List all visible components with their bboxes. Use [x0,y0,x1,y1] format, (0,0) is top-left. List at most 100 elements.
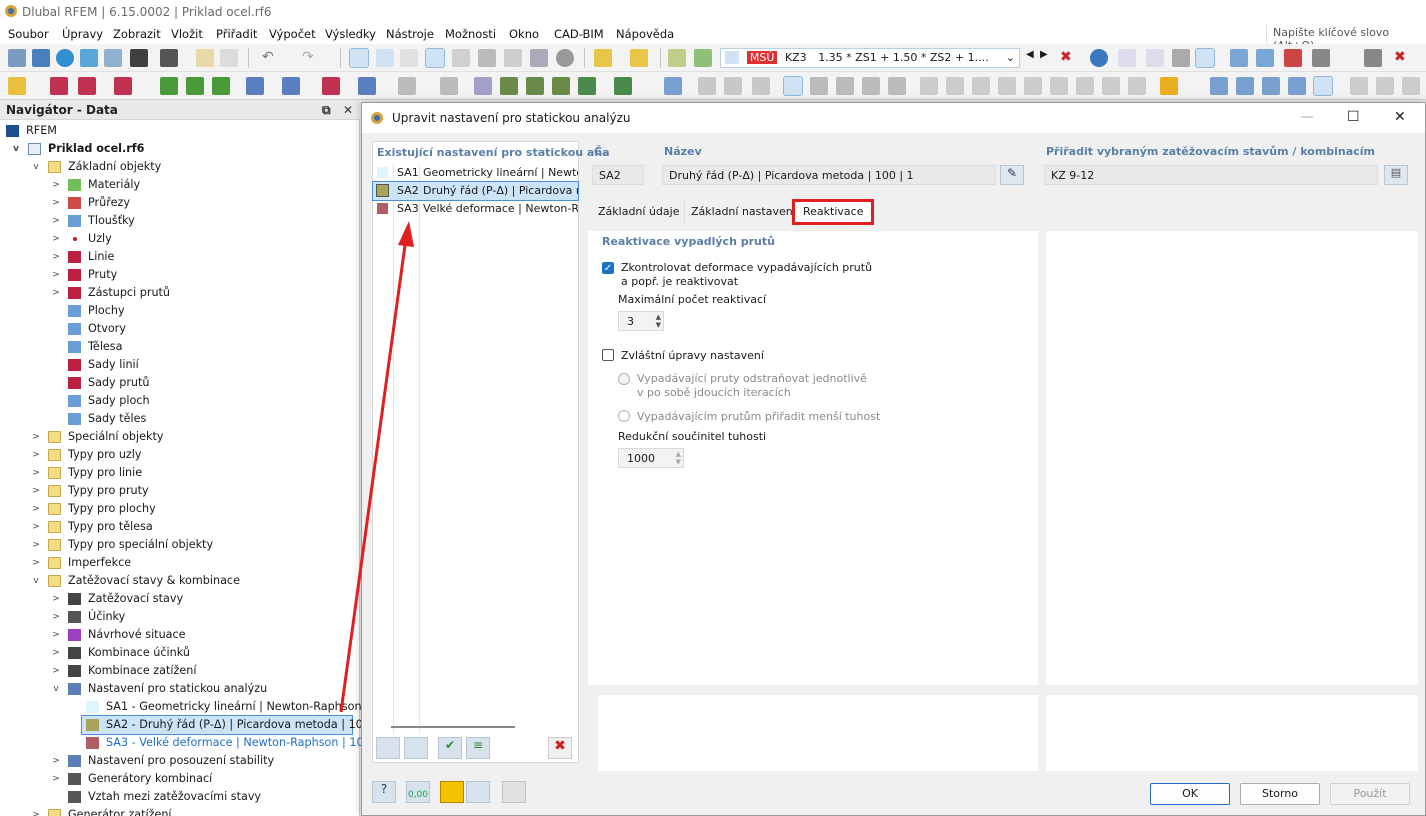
support-view3-icon[interactable] [1076,77,1094,95]
block-icon[interactable] [398,77,416,95]
new-file-icon[interactable] [8,49,26,67]
expand-icon[interactable]: > [50,626,62,644]
expand-icon[interactable]: > [50,194,62,212]
expand-icon[interactable]: > [50,266,62,284]
temperature-icon[interactable] [578,77,596,95]
console-icon[interactable] [452,49,470,67]
ok-button[interactable]: OK [1150,783,1230,805]
script-icon[interactable] [478,49,496,67]
help-icon[interactable]: ? [372,781,396,803]
save-icon[interactable] [130,49,148,67]
cancel-button[interactable]: Storno [1240,783,1320,805]
assign-field[interactable]: KZ 9-12 [1044,165,1378,185]
axis-icon[interactable] [920,77,938,95]
close-icon[interactable]: ✕ [1394,109,1406,125]
member-load-icon[interactable] [474,77,492,95]
tab-zakladni-udaje[interactable]: Základní údaje [592,201,685,223]
values-icon[interactable] [1118,49,1136,67]
line-style-icon[interactable] [888,77,906,95]
expand-icon[interactable]: > [50,644,62,662]
surface-tool-icon[interactable] [246,77,264,95]
solid-tool-icon[interactable] [358,77,376,95]
menu-upravy[interactable]: Úpravy [62,27,103,41]
expand-icon[interactable]: v [10,140,22,158]
line-support-icon[interactable] [186,77,204,95]
load-icon[interactable] [440,77,458,95]
menu-vlozit[interactable]: Vložit [171,27,203,41]
menu-napoveda[interactable]: Nápověda [616,27,674,41]
model-icon[interactable] [80,49,98,67]
report-icon[interactable] [196,49,214,67]
menu-soubor[interactable]: Soubor [8,27,49,41]
expand-icon[interactable]: > [50,608,62,626]
axis4-icon[interactable] [998,77,1016,95]
menu-cad-bim[interactable]: CAD-BIM [554,27,604,41]
table-toggle-icon[interactable] [376,49,394,67]
animate-icon[interactable] [1364,49,1382,67]
collapse-icon[interactable]: v [30,158,42,176]
panel-icon[interactable] [425,48,445,68]
edit-icon[interactable] [630,49,648,67]
name-field[interactable]: Druhý řád (P-Δ) | Picardova metoda | 100… [662,165,996,185]
navigator-toggle-icon[interactable] [349,48,369,68]
expand-icon[interactable]: > [50,662,62,680]
expand-icon[interactable]: > [30,554,42,572]
support-view-icon[interactable] [1024,77,1042,95]
wind-icon[interactable] [614,77,632,95]
keyword-search-input[interactable]: Napište klíčové slovo (Alt+Q) [1266,25,1426,52]
close-results-icon[interactable]: ✖ [1394,49,1412,67]
list-item-sa2[interactable]: SA2 Druhý řád (P-Δ) | Picardova meto [372,181,579,201]
expand-icon[interactable]: > [30,518,42,536]
expand-icon[interactable]: > [50,284,62,302]
view-3d-icon[interactable] [1313,76,1333,96]
axis3-icon[interactable] [972,77,990,95]
view-icon[interactable] [556,49,574,67]
menu-nastroje[interactable]: Nástroje [386,27,434,41]
color-scale-icon[interactable] [1160,77,1178,95]
uncheck-icon[interactable]: ≡ [466,737,490,759]
expand-icon[interactable]: > [30,482,42,500]
collapse-icon[interactable]: v [30,572,42,590]
dimension-icon[interactable] [400,49,418,67]
list-item-sa3[interactable]: SA3 Velké deformace | Newton-Raph [373,200,578,218]
color-icon[interactable] [440,781,464,803]
redo-icon[interactable]: ↷ [302,49,320,67]
result-filter-icon[interactable] [1256,49,1274,67]
sketch-icon[interactable] [1128,77,1146,95]
results-off-icon[interactable]: ✖ [1060,49,1078,67]
apply-button[interactable]: Použít [1330,783,1410,805]
remove-individually-radio[interactable] [618,373,630,385]
tree-item[interactable]: SA2 - Druhý řád (P-Δ) | Picardova metoda… [81,715,388,735]
template-icon[interactable] [104,49,122,67]
support-icon[interactable] [160,77,178,95]
spinner-arrows-icon[interactable]: ▲ ▼ [676,450,681,466]
copy-setting-icon[interactable] [404,737,428,759]
imposed-icon[interactable] [526,77,544,95]
maximize-icon[interactable]: ☐ [1347,109,1360,125]
reduction-factor-spinner[interactable]: 1000 ▲ ▼ [618,448,684,468]
lower-stiffness-radio[interactable] [618,410,630,422]
moment-icon[interactable] [552,77,570,95]
print-icon[interactable] [160,49,178,67]
render-icon[interactable] [752,77,770,95]
view-y-icon[interactable] [1236,77,1254,95]
grid-icon[interactable] [1195,48,1215,68]
view-z-icon[interactable] [1262,77,1280,95]
expand-icon[interactable]: > [30,464,42,482]
expand-icon[interactable]: > [30,806,42,816]
minimize-icon[interactable]: — [1300,109,1314,125]
transparent-icon[interactable] [862,77,880,95]
values2-icon[interactable] [1146,49,1164,67]
node-tool-icon[interactable] [8,77,26,95]
text-format-icon[interactable] [466,781,490,803]
frame2-icon[interactable] [724,77,742,95]
menu-moznosti[interactable]: Možnosti [445,27,496,41]
check-all-icon[interactable]: ✔ [438,737,462,759]
surface-load-icon[interactable] [500,77,518,95]
no-field[interactable]: SA2 [592,165,644,185]
new-setting-icon[interactable] [376,737,400,759]
calc-all-icon[interactable] [694,49,712,67]
view-x-icon[interactable] [1210,77,1228,95]
hatch-icon[interactable] [1312,49,1330,67]
select-list-icon[interactable]: ▤ [1384,165,1408,185]
